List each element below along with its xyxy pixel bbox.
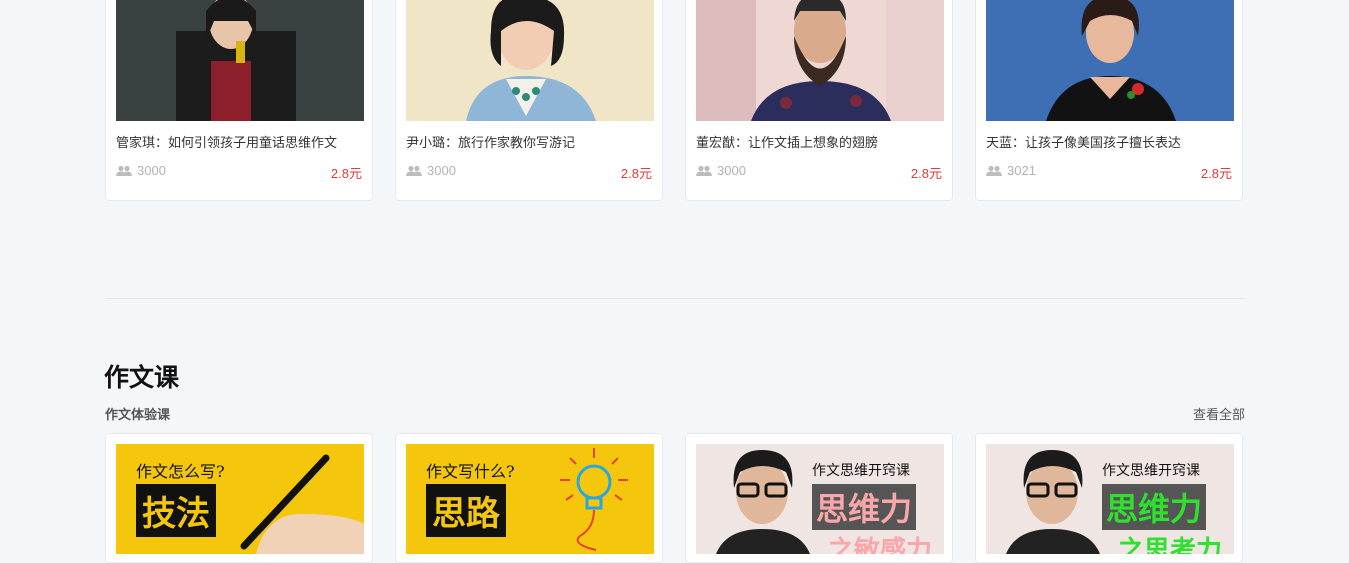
course-meta: 3021 2.8元 (986, 163, 1232, 181)
course-title[interactable]: 董宏猷：让作文插上想象的翅膀 (696, 132, 878, 151)
course-meta: 3000 2.8元 (116, 163, 362, 181)
learner-count-value: 3000 (137, 163, 166, 178)
learner-count: 3021 (986, 163, 1036, 178)
learner-count-value: 3000 (717, 163, 746, 178)
course-thumbnail[interactable]: 作文怎么写? 技法 (116, 444, 364, 554)
course-price: 2.8元 (1200, 166, 1232, 181)
course-thumbnail[interactable]: 作文思维开窍课 思维力 之思考力 (986, 444, 1234, 554)
view-all-link[interactable]: 查看全部 (1193, 404, 1245, 423)
course-card[interactable]: 作文思维开窍课 思维力 之敏感力 (685, 433, 953, 563)
course-card[interactable]: 作文思维开窍课 思维力 之思考力 (975, 433, 1243, 563)
course-thumbnail[interactable] (406, 0, 654, 121)
course-title[interactable]: 尹小璐：旅行作家教你写游记 (406, 132, 575, 151)
course-card[interactable]: 作文写什么? 思路 (395, 433, 663, 563)
teacher-photo (1046, 0, 1176, 121)
learner-count-value: 3000 (427, 163, 456, 178)
course-card[interactable]: 尹小璐：旅行作家教你写游记 3000 2.8元 (395, 0, 663, 201)
learner-count-value: 3021 (1007, 163, 1036, 178)
course-card[interactable]: 董宏猷：让作文插上想象的翅膀 3000 2.8元 (685, 0, 953, 201)
section-title: 作文课 (104, 364, 180, 392)
course-title[interactable]: 管家琪：如何引领孩子用童话思维作文 (116, 132, 337, 151)
course-price: 2.8元 (330, 166, 362, 181)
teacher-photo (466, 0, 596, 121)
users-icon (406, 165, 422, 176)
course-thumbnail[interactable]: 作文写什么? 思路 (406, 444, 654, 554)
teacher-photo (696, 0, 944, 121)
learner-count: 3000 (696, 163, 746, 178)
course-meta: 3000 2.8元 (406, 163, 652, 181)
course-meta: 3000 2.8元 (696, 163, 942, 181)
learner-count: 3000 (406, 163, 456, 178)
poster-subheadline: 之敏感力 (828, 536, 933, 554)
learner-count: 3000 (116, 163, 166, 178)
course-thumbnail[interactable] (986, 0, 1234, 121)
course-price: 2.8元 (910, 166, 942, 181)
course-thumbnail[interactable] (696, 0, 944, 121)
course-thumbnail[interactable] (116, 0, 364, 121)
section-subtitle: 作文体验课 (105, 407, 171, 422)
course-card[interactable]: 管家琪：如何引领孩子用童话思维作文 3000 2.8元 (105, 0, 373, 201)
course-card[interactable]: 天蓝：让孩子像美国孩子擅长表达 3021 2.8元 (975, 0, 1243, 201)
poster-subheadline: 之思考力 (1118, 536, 1223, 554)
lightbulb-icon (560, 448, 628, 551)
teacher-photo (176, 0, 296, 121)
poster-headline: 思维力 (812, 484, 917, 530)
users-icon (696, 165, 712, 176)
section-divider (105, 298, 1245, 299)
course-card[interactable]: 作文怎么写? 技法 (105, 433, 373, 563)
poster-headline: 思维力 (1102, 484, 1207, 530)
poster-question: 作文思维开窍课 (1102, 463, 1200, 479)
poster-headline-text: 思维力 (1106, 490, 1203, 528)
course-thumbnail[interactable]: 作文思维开窍课 思维力 之敏感力 (696, 444, 944, 554)
course-title[interactable]: 天蓝：让孩子像美国孩子擅长表达 (986, 132, 1181, 151)
course-price: 2.8元 (620, 166, 652, 181)
poster-headline-text: 思维力 (816, 490, 913, 528)
pen-hand-illustration (240, 454, 364, 554)
users-icon (116, 165, 132, 176)
poster-question: 作文思维开窍课 (812, 463, 910, 479)
users-icon (986, 165, 1002, 176)
